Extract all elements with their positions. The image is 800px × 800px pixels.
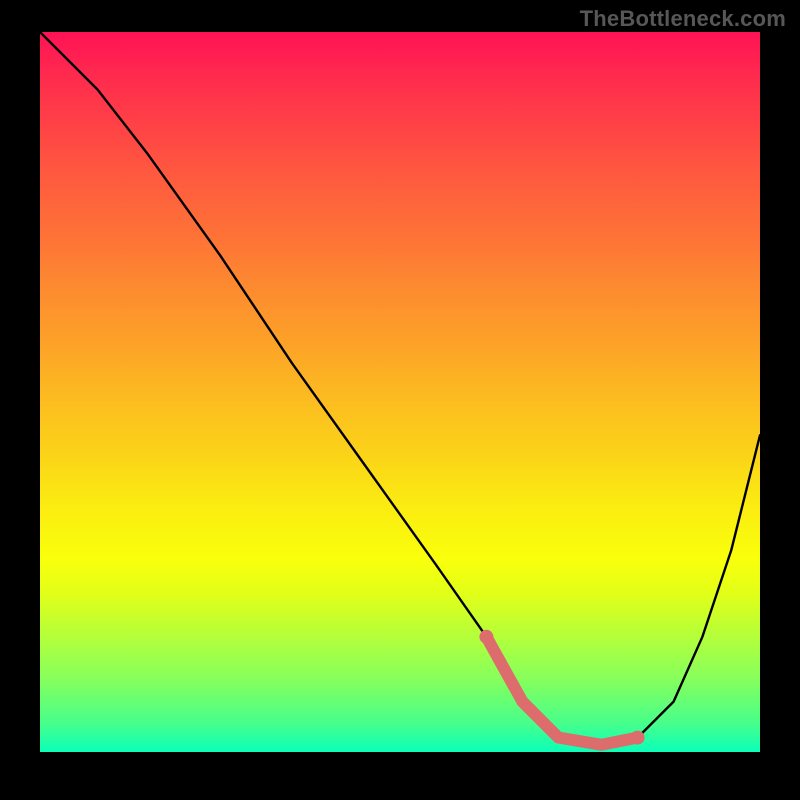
highlight-dot-start	[479, 630, 493, 644]
curve-svg	[40, 32, 760, 752]
watermark-text: TheBottleneck.com	[580, 6, 786, 32]
highlight-segment	[486, 637, 637, 745]
chart-container: TheBottleneck.com	[0, 0, 800, 800]
highlight-dot-end	[631, 731, 645, 745]
plot-area	[40, 32, 760, 752]
bottleneck-curve	[40, 32, 760, 745]
